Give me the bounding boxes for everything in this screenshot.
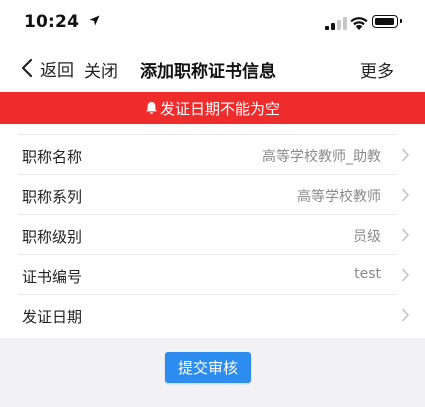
row-value: 高等学校教师_助教 [262, 149, 381, 165]
chevron-right-icon [402, 188, 410, 202]
page-title: 添加职称证书信息 [140, 62, 276, 82]
error-banner: 发证日期不能为空 [0, 92, 425, 124]
bell-icon [146, 102, 157, 114]
battery-icon [372, 15, 402, 28]
navigation-bar: 返回 关闭 添加职称证书信息 更多 [0, 44, 425, 92]
row-value: test [354, 266, 381, 282]
close-button[interactable]: 关闭 [84, 57, 118, 82]
status-time: 10:24 [24, 12, 80, 32]
location-arrow-icon [89, 15, 100, 26]
form-row-partial [18, 124, 397, 135]
row-label: 发证日期 [22, 308, 83, 326]
chevron-right-icon [402, 308, 410, 322]
form-row-title-series[interactable]: 职称系列 高等学校教师 [18, 175, 410, 215]
form-row-certificate-number[interactable]: 证书编号 test [18, 255, 410, 295]
chevron-right-icon [402, 228, 410, 242]
bottom-action-bar: 提交审核 [0, 338, 425, 407]
row-label: 证书编号 [22, 268, 83, 286]
wifi-icon [350, 17, 368, 30]
submit-review-button[interactable]: 提交审核 [165, 352, 251, 383]
chevron-right-icon [402, 148, 410, 162]
chevron-right-icon [402, 268, 410, 282]
status-time-wrap: 10:24 [24, 12, 100, 32]
certificate-form: 职称名称 高等学校教师_助教 职称系列 高等学校教师 职称级别 员级 证书编号 … [0, 124, 425, 335]
chevron-left-icon [21, 58, 33, 78]
row-label: 职称名称 [22, 148, 83, 166]
row-label: 职称系列 [22, 188, 83, 206]
error-message: 发证日期不能为空 [159, 99, 280, 118]
row-value: 员级 [353, 229, 381, 245]
status-bar: 10:24 [0, 0, 425, 44]
back-button[interactable]: 返回 [18, 53, 74, 83]
form-row-issue-date[interactable]: 发证日期 [18, 295, 410, 335]
back-label: 返回 [40, 60, 74, 81]
cellular-signal-icon [325, 16, 347, 30]
row-value: 高等学校教师 [297, 189, 381, 205]
screen: 10:24 返回 关闭 添加职称证书信息 更多 发证日期不能为空 职称名称 高等… [0, 0, 425, 407]
more-button[interactable]: 更多 [360, 57, 394, 82]
form-row-title-level[interactable]: 职称级别 员级 [18, 215, 410, 255]
row-label: 职称级别 [22, 228, 83, 246]
form-row-title-name[interactable]: 职称名称 高等学校教师_助教 [18, 135, 410, 175]
